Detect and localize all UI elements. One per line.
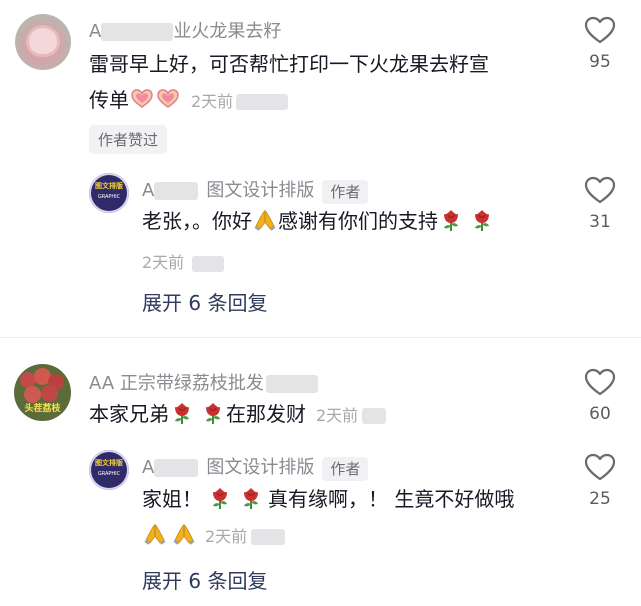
rose-emoji [239,486,263,510]
expand-replies-button[interactable]: 展开 6 条回复 [142,565,267,594]
author-tag: 作者 [322,179,369,204]
comment-timestamp: 2天前 [316,406,359,425]
avatar-logo-subtext: GRAPHIC [97,194,121,200]
blurred-name-region [154,459,199,477]
blurred-name-region [154,182,199,200]
heart-hands-emoji [156,87,180,111]
reply-text: 家姐！ 真有缘啊，！ 生竟不好做哦 2天前 [142,486,515,546]
rose-emoji [439,208,463,232]
blurred-name-region [101,23,174,41]
author-tag: 作者 [322,456,369,481]
heart-outline-icon[interactable] [584,176,616,204]
avatar-caption: 头茬荔枝 [24,404,61,414]
heart-outline-icon[interactable] [584,16,616,44]
avatar-logo-text: 图文排版 [95,459,123,467]
commenter-name[interactable]: AA 正宗带绿荔枝批发 [89,369,318,395]
comment-timestamp: 2天前 [191,92,234,111]
heart-hands-emoji [130,87,154,111]
like-count: 95 [589,52,611,72]
like-count: 25 [589,489,611,509]
reply-avatar[interactable]: 图文排版 GRAPHIC [89,450,129,490]
author-liked-badge: 作者赞过 [89,125,168,154]
divider [0,337,641,338]
heart-outline-icon[interactable] [584,453,616,481]
reply-meta: 2天前 [142,249,225,273]
reply-avatar[interactable]: 图文排版 GRAPHIC [89,173,129,213]
commenter-avatar[interactable]: 头茬荔枝 [14,364,71,421]
rose-emoji [170,401,194,425]
reply-author-name[interactable]: A 图文设计排版 作者 [142,453,369,481]
commenter-name[interactable]: A 业火龙果去籽 [89,17,281,43]
reply-timestamp: 2天前 [205,527,248,546]
rose-emoji [201,401,225,425]
reply-author-name[interactable]: A 图文设计排版 作者 [142,176,369,204]
blurred-location-region [236,93,289,110]
folded-hands-emoji [172,522,196,546]
avatar-logo-subtext: GRAPHIC [97,471,121,477]
folded-hands-emoji [253,208,277,232]
heart-outline-icon[interactable] [584,368,616,396]
avatar-logo-text: 图文排版 [95,182,123,190]
like-count: 31 [589,212,611,232]
expand-replies-button[interactable]: 展开 6 条回复 [142,287,267,316]
reply-text: 老张，。你好 感谢有你们的支持 [142,203,562,239]
comment-text: 本家兄弟 在那发财 2天前 [89,396,559,434]
rose-emoji [208,486,232,510]
blurred-name-region [265,375,318,393]
blurred-location-region [251,528,286,545]
commenter-avatar[interactable] [15,14,71,70]
comment-text: 雷哥早上好，可否帮忙打印一下火龙果去籽宣 传单 2天前 [89,52,489,112]
rose-emoji [470,208,494,232]
blurred-location-region [192,255,225,272]
folded-hands-emoji [143,522,167,546]
blurred-location-region [362,407,387,424]
like-count: 60 [589,404,611,424]
